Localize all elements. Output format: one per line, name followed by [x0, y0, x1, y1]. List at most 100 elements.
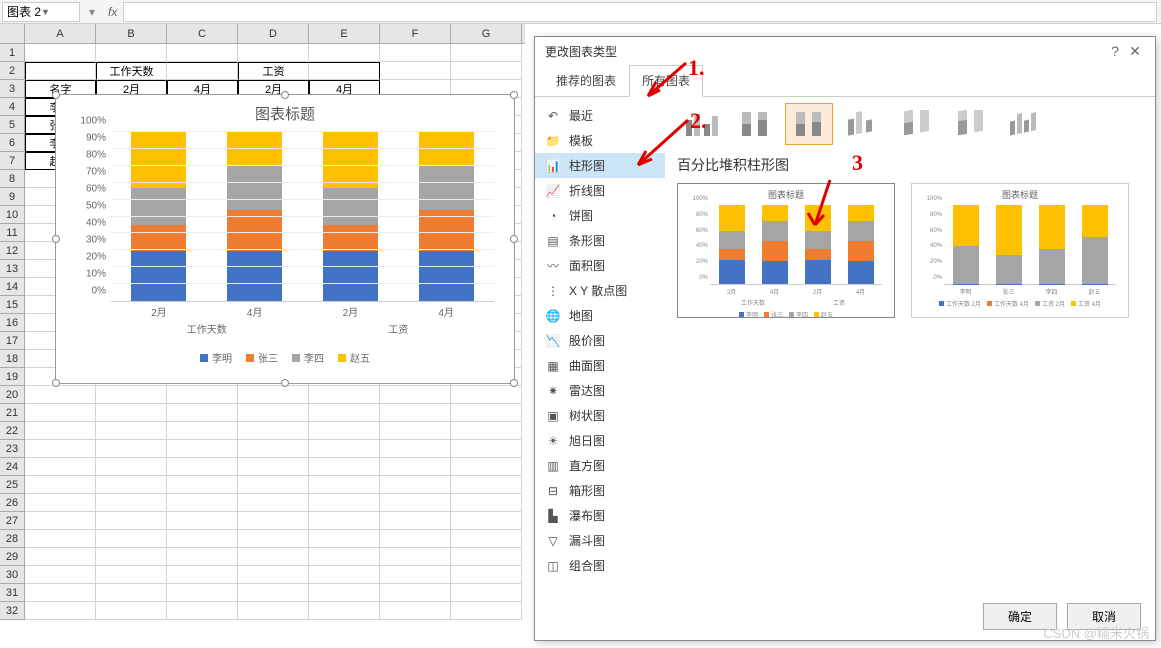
embedded-chart[interactable]: 图表标题 0%10%20%30%40%50%60%70%80%90%100% 2…	[55, 94, 515, 384]
cell[interactable]	[309, 548, 380, 566]
cell[interactable]	[167, 386, 238, 404]
cell[interactable]	[96, 548, 167, 566]
cell[interactable]	[25, 44, 96, 62]
bar-column[interactable]	[227, 132, 282, 301]
row-header[interactable]: 29	[0, 548, 25, 566]
cell[interactable]	[167, 530, 238, 548]
cell[interactable]	[309, 62, 380, 80]
cell[interactable]	[380, 458, 451, 476]
cell[interactable]	[25, 584, 96, 602]
cell[interactable]	[25, 422, 96, 440]
chart-type-item[interactable]: ↶最近	[535, 103, 665, 128]
cell[interactable]	[167, 476, 238, 494]
chart-title[interactable]: 图表标题	[56, 95, 514, 132]
row-header[interactable]: 5	[0, 116, 25, 134]
cell[interactable]	[238, 512, 309, 530]
row-header[interactable]: 9	[0, 188, 25, 206]
col-header[interactable]: F	[380, 24, 451, 43]
cell[interactable]	[25, 566, 96, 584]
cell[interactable]	[96, 494, 167, 512]
cell[interactable]	[309, 458, 380, 476]
cell[interactable]	[451, 548, 522, 566]
bar-segment[interactable]	[323, 225, 378, 250]
cell[interactable]	[96, 404, 167, 422]
cell[interactable]	[25, 440, 96, 458]
legend-item[interactable]: 李明	[200, 350, 232, 365]
cell[interactable]	[167, 44, 238, 62]
chart-type-item[interactable]: ◔饼图	[535, 203, 665, 228]
cell[interactable]	[451, 458, 522, 476]
row-header[interactable]: 23	[0, 440, 25, 458]
cell[interactable]	[25, 386, 96, 404]
cell[interactable]	[238, 494, 309, 512]
cell[interactable]	[309, 440, 380, 458]
chart-plot-area[interactable]: 0%10%20%30%40%50%60%70%80%90%100%	[111, 132, 494, 302]
cell[interactable]	[380, 476, 451, 494]
cell[interactable]	[25, 62, 96, 80]
dialog-titlebar[interactable]: 更改图表类型 ? ✕	[535, 37, 1155, 65]
resize-handle[interactable]	[52, 91, 60, 99]
cell[interactable]	[380, 548, 451, 566]
cell[interactable]: 工作天数	[96, 62, 167, 80]
cell[interactable]	[25, 548, 96, 566]
col-header[interactable]: G	[451, 24, 522, 43]
cell[interactable]	[309, 512, 380, 530]
cell[interactable]	[167, 62, 238, 80]
cell[interactable]	[380, 62, 451, 80]
chart-type-item[interactable]: ▦曲面图	[535, 353, 665, 378]
cell[interactable]	[309, 530, 380, 548]
resize-handle[interactable]	[510, 379, 518, 387]
resize-handle[interactable]	[510, 235, 518, 243]
cell[interactable]	[309, 494, 380, 512]
cell[interactable]	[380, 494, 451, 512]
cell[interactable]	[167, 422, 238, 440]
chart-type-item[interactable]: ☀旭日图	[535, 428, 665, 453]
chart-type-item[interactable]: 📉股价图	[535, 328, 665, 353]
cell[interactable]	[238, 458, 309, 476]
cell[interactable]	[167, 602, 238, 620]
cell[interactable]	[380, 422, 451, 440]
cell[interactable]	[309, 602, 380, 620]
chart-type-item[interactable]: ▣树状图	[535, 403, 665, 428]
cell[interactable]	[380, 386, 451, 404]
cell[interactable]	[25, 458, 96, 476]
cell[interactable]	[25, 476, 96, 494]
cell[interactable]	[96, 566, 167, 584]
cell[interactable]	[96, 602, 167, 620]
close-icon[interactable]: ✕	[1125, 43, 1145, 60]
cell[interactable]	[238, 44, 309, 62]
cell[interactable]	[309, 386, 380, 404]
cell[interactable]	[96, 44, 167, 62]
cell[interactable]	[309, 404, 380, 422]
cell[interactable]	[25, 530, 96, 548]
select-all-corner[interactable]	[0, 24, 25, 43]
cell[interactable]	[451, 566, 522, 584]
bar-segment[interactable]	[227, 251, 282, 301]
col-header[interactable]: D	[238, 24, 309, 43]
cell[interactable]	[96, 476, 167, 494]
chart-type-item[interactable]: ▽漏斗图	[535, 528, 665, 553]
tab-recommended[interactable]: 推荐的图表	[543, 65, 629, 96]
row-header[interactable]: 30	[0, 566, 25, 584]
subtype-3d-clustered[interactable]	[839, 103, 887, 145]
row-header[interactable]: 31	[0, 584, 25, 602]
row-header[interactable]: 13	[0, 260, 25, 278]
cell[interactable]	[96, 458, 167, 476]
bar-column[interactable]	[323, 132, 378, 301]
cell[interactable]	[238, 422, 309, 440]
row-header[interactable]: 7	[0, 152, 25, 170]
cell[interactable]	[451, 422, 522, 440]
chart-type-item[interactable]: 📈折线图	[535, 178, 665, 203]
cell[interactable]	[451, 386, 522, 404]
cell[interactable]	[96, 584, 167, 602]
col-header[interactable]: A	[25, 24, 96, 43]
cell[interactable]	[167, 566, 238, 584]
formula-input[interactable]	[123, 2, 1157, 22]
row-header[interactable]: 32	[0, 602, 25, 620]
cell[interactable]	[309, 566, 380, 584]
bar-segment[interactable]	[419, 166, 474, 209]
cell[interactable]	[309, 476, 380, 494]
row-header[interactable]: 22	[0, 422, 25, 440]
chart-type-item[interactable]: ◫组合图	[535, 553, 665, 578]
cell[interactable]	[380, 404, 451, 422]
